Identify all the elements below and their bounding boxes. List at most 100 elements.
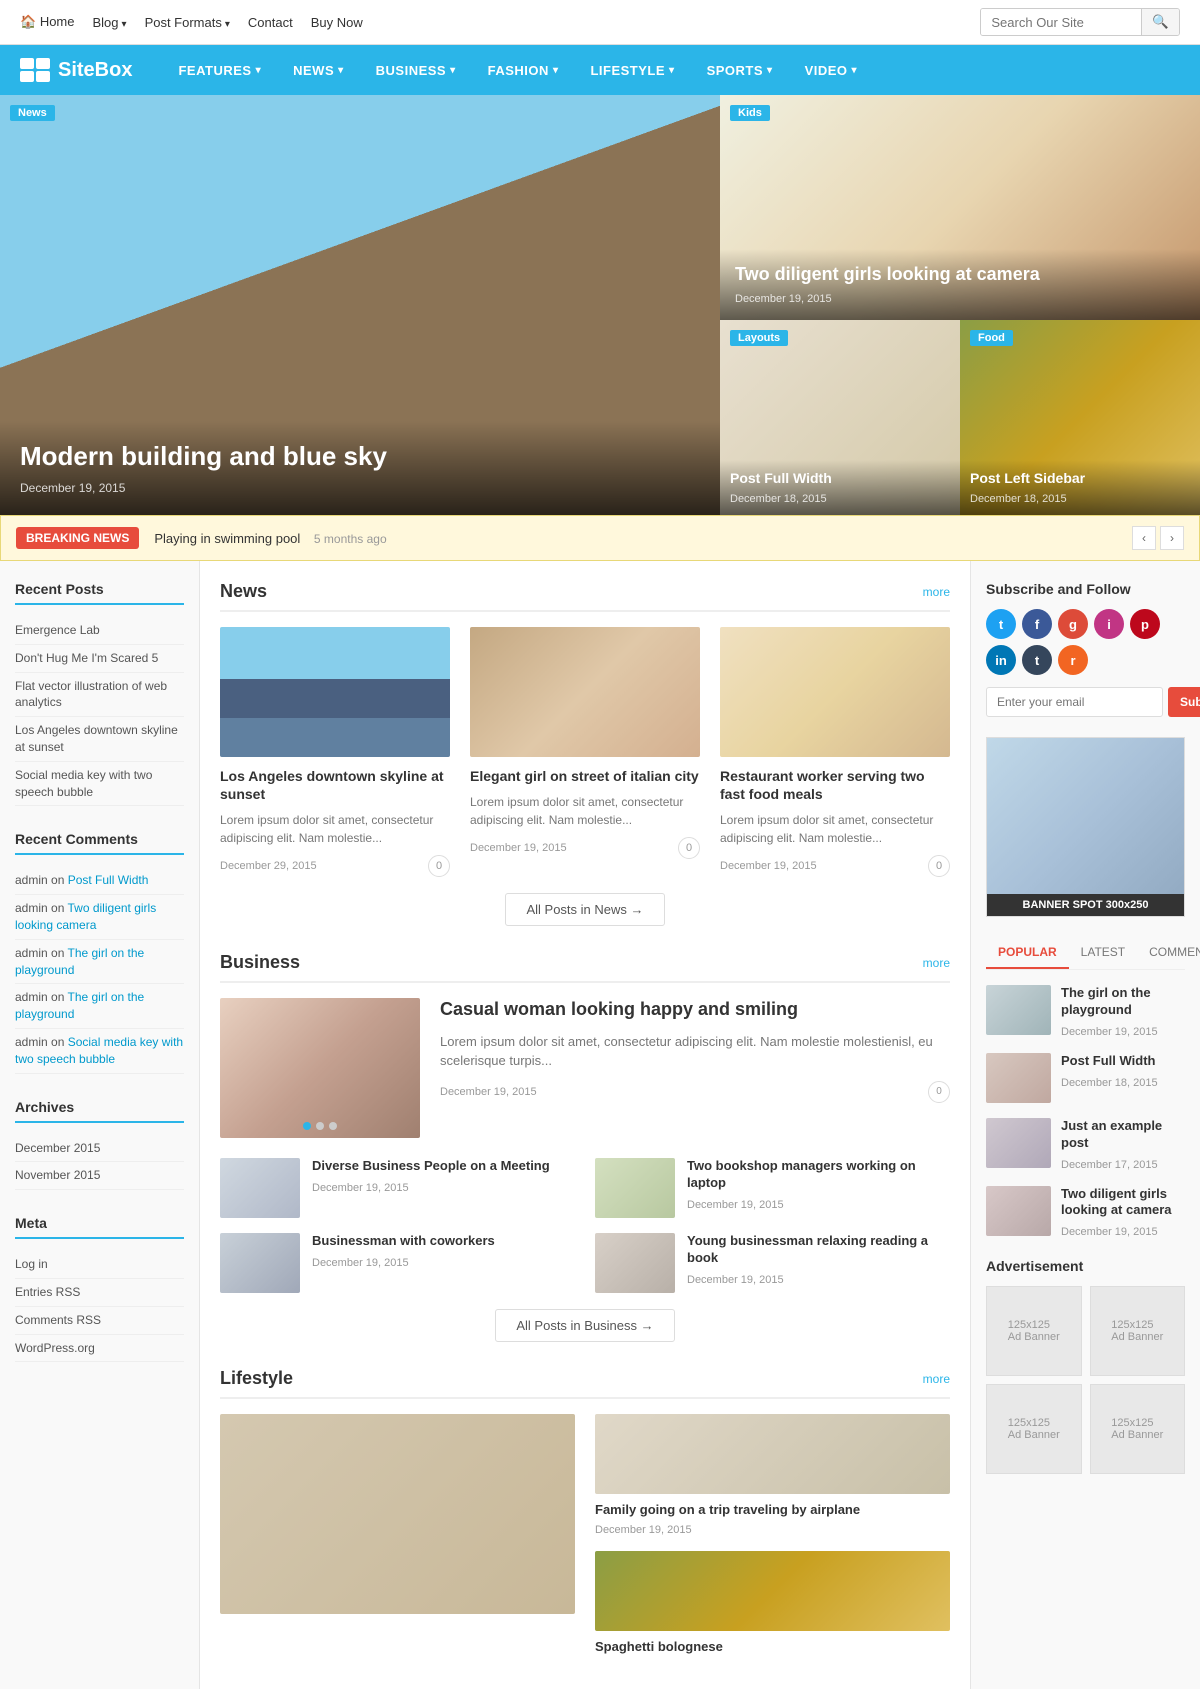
archive-link[interactable]: November 2015 <box>15 1168 100 1182</box>
news-item-comments[interactable]: 0 <box>928 855 950 877</box>
business-featured-content: Casual woman looking happy and smiling L… <box>440 998 950 1138</box>
ad-banner[interactable]: 125x125Ad Banner <box>1090 1384 1186 1474</box>
facebook-icon[interactable]: f <box>1022 609 1052 639</box>
banner-spot[interactable]: BANNER SPOT 300x250 <box>986 737 1185 917</box>
comment-link[interactable]: admin on Post Full Width <box>15 873 148 887</box>
lifestyle-side-items: Family going on a trip traveling by airp… <box>595 1414 950 1669</box>
slider-dot[interactable] <box>303 1122 311 1130</box>
business-small-date: December 19, 2015 <box>312 1257 409 1269</box>
lifestyle-side-title[interactable]: Spaghetti bolognese <box>595 1639 950 1654</box>
all-posts-business-link[interactable]: All Posts in Business → <box>495 1309 674 1342</box>
nav-fashion[interactable]: Fashion <box>472 48 575 93</box>
business-more-link[interactable]: more <box>923 956 950 970</box>
breaking-text[interactable]: Playing in swimming pool 5 months ago <box>154 531 1132 546</box>
hero-bottom-right[interactable]: Food Post Left Sidebar December 18, 2015 <box>960 320 1200 515</box>
business-featured-comments[interactable]: 0 <box>928 1081 950 1103</box>
comment-link[interactable]: admin on The girl on the playground <box>15 990 144 1021</box>
news-item-title[interactable]: Restaurant worker serving two fast food … <box>720 767 950 803</box>
subscribe-button[interactable]: Subscribe <box>1168 687 1200 717</box>
ad-banner[interactable]: 125x125Ad Banner <box>1090 1286 1186 1376</box>
buy-now-link[interactable]: Buy Now <box>311 15 363 30</box>
popular-item-title[interactable]: Just an example post <box>1061 1118 1185 1152</box>
lifestyle-more-link[interactable]: more <box>923 1372 950 1386</box>
news-item-comments[interactable]: 0 <box>428 855 450 877</box>
ad-banner[interactable]: 125x125Ad Banner <box>986 1384 1082 1474</box>
search-input[interactable] <box>981 9 1141 35</box>
meta-title: Meta <box>15 1215 184 1239</box>
lifestyle-side-date: December 19, 2015 <box>595 1524 692 1536</box>
rss-icon[interactable]: r <box>1058 645 1088 675</box>
breaking-prev-button[interactable]: ‹ <box>1132 526 1156 550</box>
recent-post-link[interactable]: Social media key with two speech bubble <box>15 768 152 799</box>
archive-link[interactable]: December 2015 <box>15 1141 100 1155</box>
subscribe-section: Subscribe and Follow t f g i p in t r Su… <box>986 581 1185 717</box>
business-small-title[interactable]: Diverse Business People on a Meeting <box>312 1158 550 1175</box>
list-item: admin on The girl on the playground <box>15 940 184 985</box>
tab-latest[interactable]: LATEST <box>1069 937 1137 969</box>
nav-lifestyle[interactable]: Lifestyle <box>574 48 690 93</box>
meta-link[interactable]: Comments RSS <box>15 1313 101 1327</box>
tab-popular[interactable]: POPULAR <box>986 937 1069 969</box>
pinterest-icon[interactable]: p <box>1130 609 1160 639</box>
recent-post-link[interactable]: Los Angeles downtown skyline at sunset <box>15 723 178 754</box>
sidebar-right: Subscribe and Follow t f g i p in t r Su… <box>970 561 1200 1689</box>
linkedin-icon[interactable]: in <box>986 645 1016 675</box>
hero-bottom-left-date: December 18, 2015 <box>730 493 827 505</box>
comment-link[interactable]: admin on Social media key with two speec… <box>15 1035 183 1066</box>
google-icon[interactable]: g <box>1058 609 1088 639</box>
instagram-icon[interactable]: i <box>1094 609 1124 639</box>
site-logo[interactable]: SiteBox <box>20 58 132 82</box>
comment-link[interactable]: admin on The girl on the playground <box>15 946 144 977</box>
news-grid: Los Angeles downtown skyline at sunset L… <box>220 627 950 877</box>
news-item-title[interactable]: Los Angeles downtown skyline at sunset <box>220 767 450 803</box>
main-navigation: SiteBox Features News Business Fashion L… <box>0 45 1200 95</box>
hero-bottom-left[interactable]: Layouts Post Full Width December 18, 201… <box>720 320 960 515</box>
nav-sports[interactable]: Sports <box>691 48 789 93</box>
popular-item-title[interactable]: Two diligent girls looking at camera <box>1061 1186 1185 1220</box>
meta-link[interactable]: Entries RSS <box>15 1285 80 1299</box>
business-small-content: Businessman with coworkers December 19, … <box>312 1233 495 1269</box>
nav-business[interactable]: Business <box>360 48 472 93</box>
blog-link[interactable]: Blog <box>93 15 119 30</box>
lifestyle-side-title[interactable]: Family going on a trip traveling by airp… <box>595 1502 950 1517</box>
top-nav-links: 🏠 Home Blog Post Formats Contact Buy Now <box>20 14 363 30</box>
tab-comments[interactable]: COMMENTS <box>1137 937 1200 969</box>
hero-top-article[interactable]: Kids Two diligent girls looking at camer… <box>720 95 1200 320</box>
home-link[interactable]: 🏠 Home <box>20 14 75 30</box>
email-input[interactable] <box>986 687 1163 717</box>
breaking-next-button[interactable]: › <box>1160 526 1184 550</box>
nav-features[interactable]: Features <box>162 48 277 93</box>
slider-dot[interactable] <box>316 1122 324 1130</box>
news-more-link[interactable]: more <box>923 585 950 599</box>
recent-post-link[interactable]: Flat vector illustration of web analytic… <box>15 679 167 710</box>
search-button[interactable]: 🔍 <box>1141 9 1179 35</box>
hero-main-article[interactable]: News Modern building and blue sky Decemb… <box>0 95 720 515</box>
meta-link[interactable]: Log in <box>15 1257 48 1271</box>
post-formats-link[interactable]: Post Formats <box>145 15 222 30</box>
ad-banner[interactable]: 125x125Ad Banner <box>986 1286 1082 1376</box>
slider-dot[interactable] <box>329 1122 337 1130</box>
twitter-icon[interactable]: t <box>986 609 1016 639</box>
business-small-title[interactable]: Businessman with coworkers <box>312 1233 495 1250</box>
news-item-meta: December 19, 2015 0 <box>470 837 700 859</box>
contact-link[interactable]: Contact <box>248 15 293 30</box>
list-item: WordPress.org <box>15 1335 184 1363</box>
business-featured-title[interactable]: Casual woman looking happy and smiling <box>440 998 950 1021</box>
comment-link[interactable]: admin on Two diligent girls looking came… <box>15 901 156 932</box>
tumblr-icon[interactable]: t <box>1022 645 1052 675</box>
business-small-title[interactable]: Young businessman relaxing reading a boo… <box>687 1233 950 1267</box>
popular-item-title[interactable]: The girl on the playground <box>1061 985 1185 1019</box>
business-small-image <box>595 1158 675 1218</box>
all-posts-news-link[interactable]: All Posts in News → <box>505 893 664 926</box>
ad-grid: 125x125Ad Banner 125x125Ad Banner 125x12… <box>986 1286 1185 1474</box>
business-small-title[interactable]: Two bookshop managers working on laptop <box>687 1158 950 1192</box>
popular-item-title[interactable]: Post Full Width <box>1061 1053 1158 1070</box>
news-item-comments[interactable]: 0 <box>678 837 700 859</box>
nav-video[interactable]: Video <box>789 48 874 93</box>
nav-news[interactable]: News <box>277 48 360 93</box>
news-item-image <box>720 627 950 757</box>
meta-link[interactable]: WordPress.org <box>15 1341 95 1355</box>
recent-post-link[interactable]: Emergence Lab <box>15 623 100 637</box>
news-item-title[interactable]: Elegant girl on street of italian city <box>470 767 700 785</box>
recent-post-link[interactable]: Don't Hug Me I'm Scared 5 <box>15 651 158 665</box>
